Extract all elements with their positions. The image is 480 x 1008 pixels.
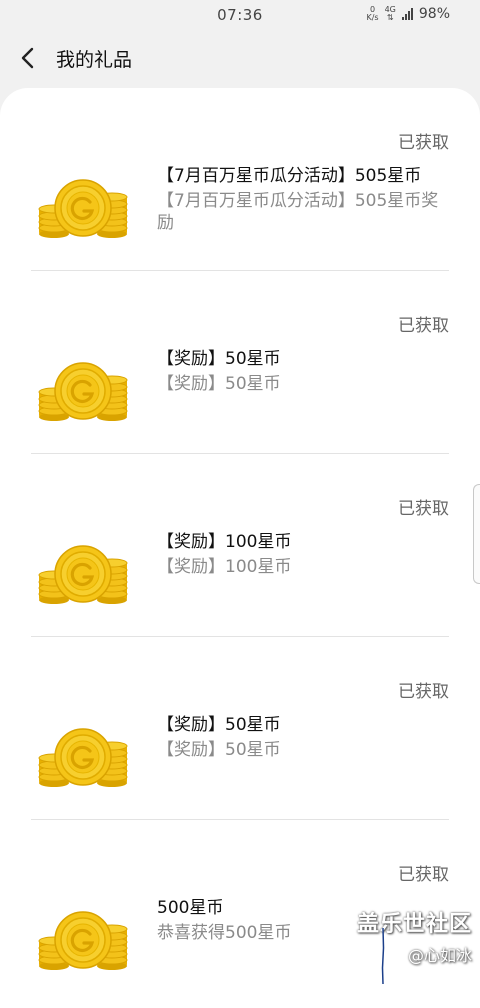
gift-status: 已获取 [398,499,449,519]
watermark-brand: 盖乐世社区 [356,912,472,937]
gift-item[interactable]: 已获取 【奖励】50星币 【奖励】50星币 [31,637,449,820]
page-title: 我的礼品 [56,48,133,71]
battery-percent: 98% [418,6,450,22]
gold-coin-icon [37,361,129,421]
gift-status: 已获取 [398,682,449,702]
gift-title: 【奖励】50星币 [157,349,281,369]
signal-icon [401,8,413,20]
data-arrows-icon: ⇅ [386,13,394,22]
gift-item[interactable]: 已获取 【奖励】50星币 【奖励】50星币 [31,271,449,454]
network-type-icon: 4G ⇅ [385,6,396,22]
watermark-user: @心如冰 [407,946,472,965]
network-speed: 0 K/s [366,6,378,22]
chevron-left-icon [21,47,34,69]
gift-description: 【奖励】100星币 [157,557,292,577]
gift-title: 【奖励】50星币 [157,715,281,735]
gift-text: 【奖励】50星币 【奖励】50星币 [157,347,449,395]
gift-text: 【奖励】50星币 【奖励】50星币 [157,713,449,761]
app-header: 我的礼品 [0,30,480,86]
gold-coin-icon [37,910,129,970]
status-bar: 07:36 0 K/s 4G ⇅ 98% [0,0,480,30]
gift-title: 【7月百万星币瓜分活动】505星币 [157,166,422,186]
status-icons: 0 K/s 4G ⇅ 98% [366,6,450,23]
network-speed-unit: K/s [366,13,379,22]
gift-text: 【7月百万星币瓜分活动】505星币 【7月百万星币瓜分活动】505星币奖励 [157,164,449,234]
gift-description: 【7月百万星币瓜分活动】505星币奖励 [157,191,439,233]
watermark: 盖乐世社区 @心如冰 [357,906,472,966]
gift-status: 已获取 [398,316,449,336]
scrollbar-handle[interactable] [473,484,480,584]
gift-item[interactable]: 已获取 【奖励】100星币 【奖励】100星币 [31,454,449,637]
gift-title: 【奖励】100星币 [157,532,292,552]
gift-description: 【奖励】50星币 [157,374,281,394]
gift-text: 【奖励】100星币 【奖励】100星币 [157,530,449,578]
gift-description: 【奖励】50星币 [157,740,281,760]
gift-status: 已获取 [398,865,449,885]
pen-stroke-mark [381,928,385,984]
gold-coin-icon [37,544,129,604]
gift-list: 已获取 【7月百万星币瓜分活动】505星币 【7月百万星币瓜分活动】505星币奖… [0,88,480,1008]
back-button[interactable] [0,30,56,86]
gift-status: 已获取 [398,133,449,153]
gold-coin-icon [37,178,129,238]
gift-item[interactable]: 已获取 【7月百万星币瓜分活动】505星币 【7月百万星币瓜分活动】505星币奖… [31,88,449,271]
gold-coin-icon [37,727,129,787]
